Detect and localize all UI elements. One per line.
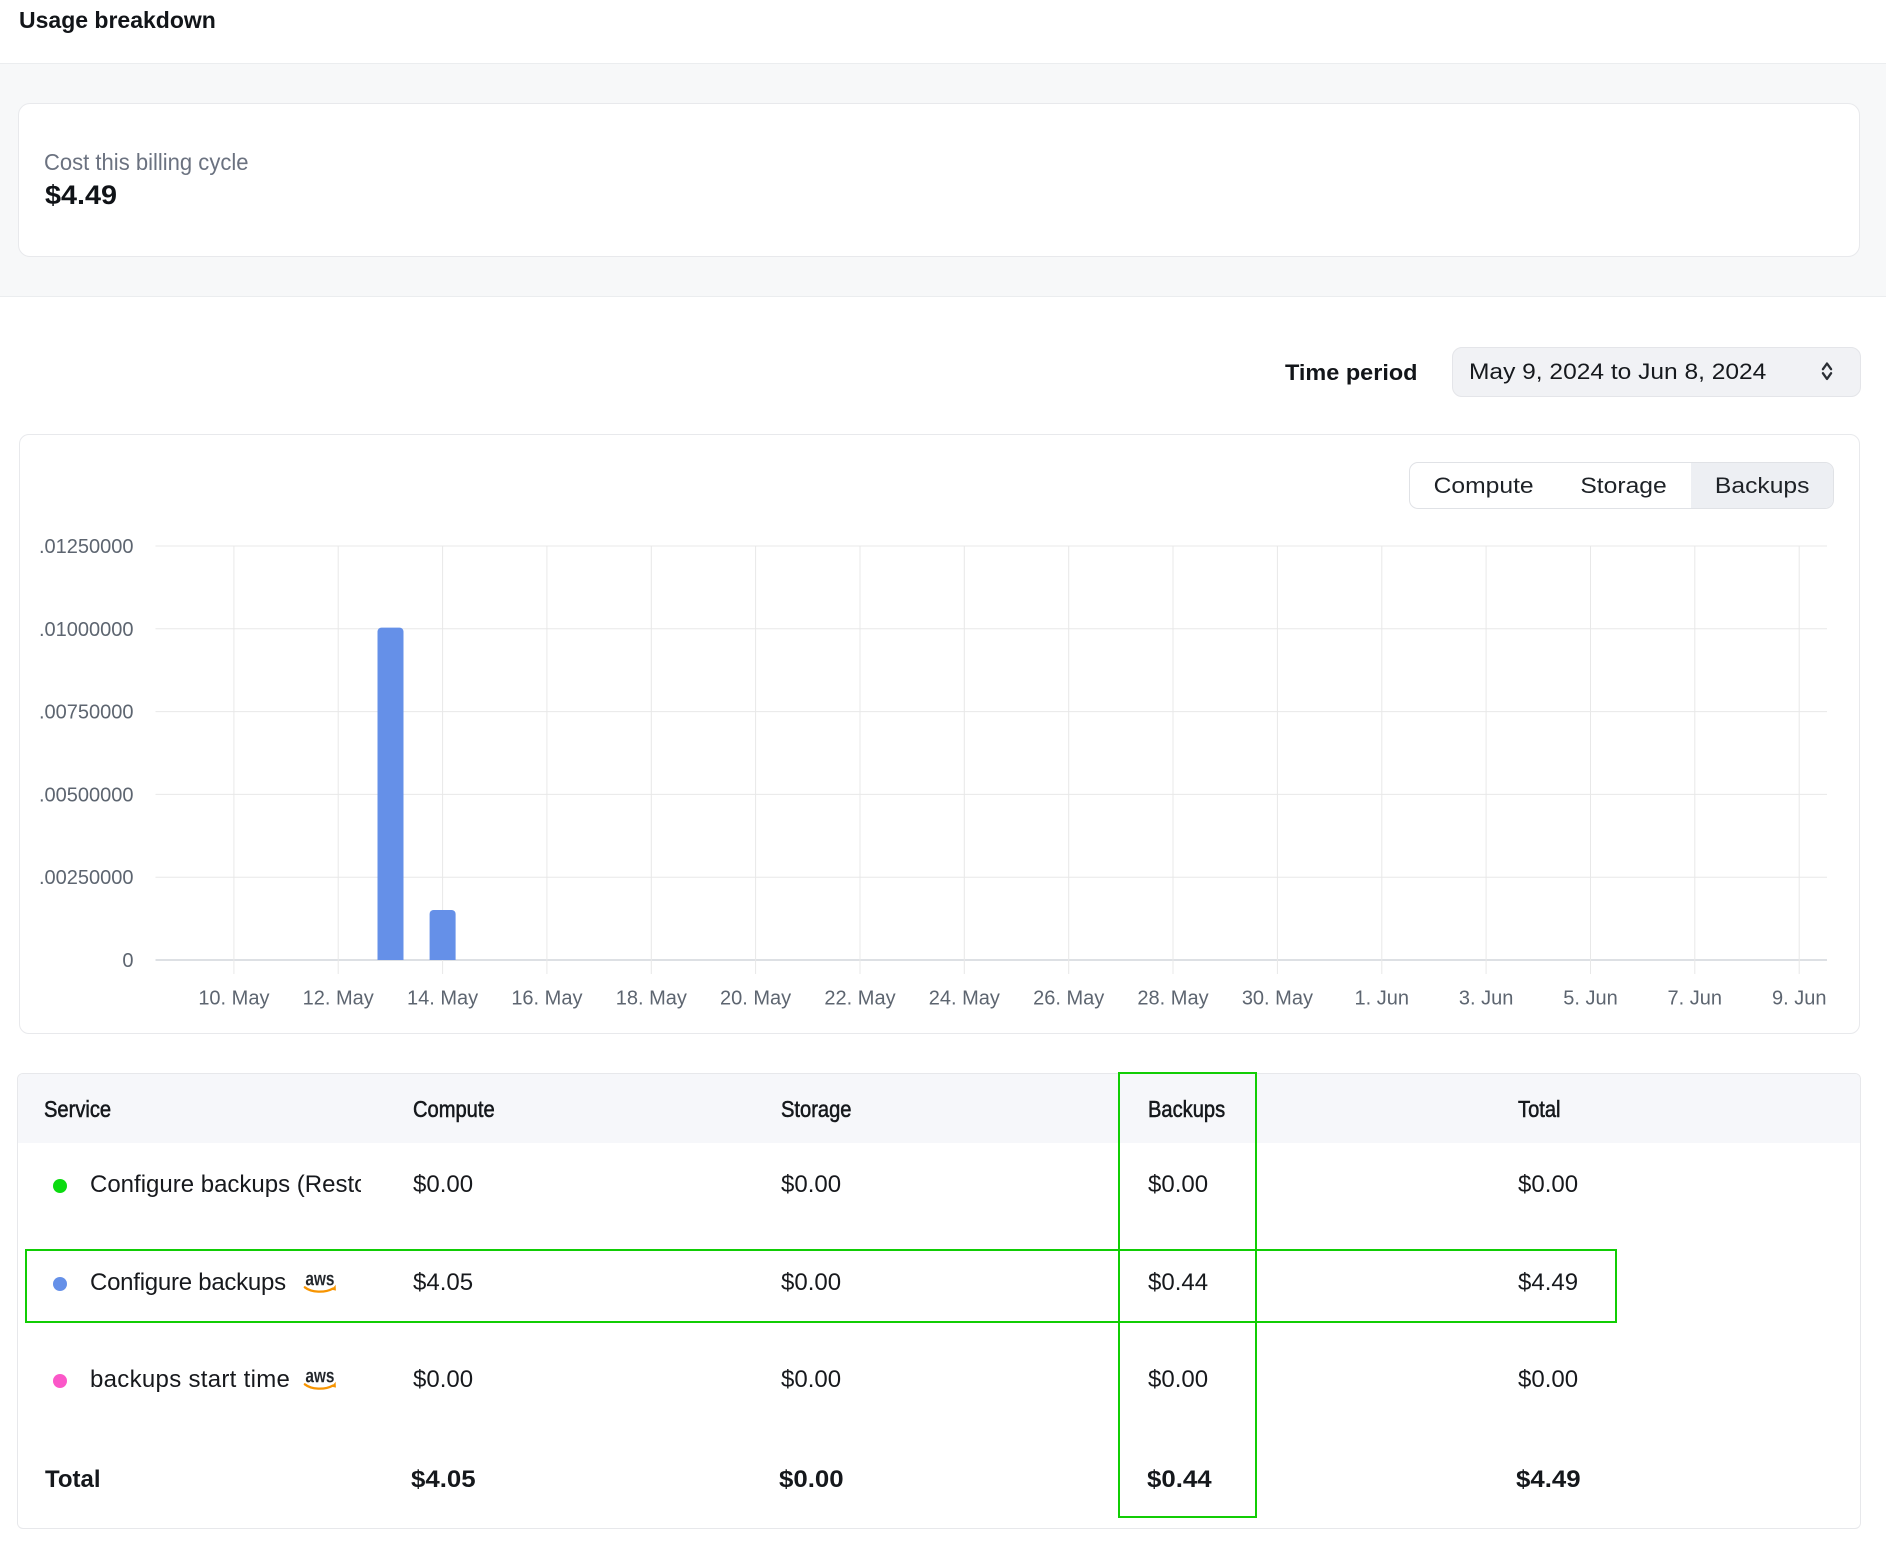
svg-text:1. Jun: 1. Jun bbox=[1355, 988, 1409, 1010]
svg-text:22. May: 22. May bbox=[824, 988, 895, 1010]
svg-text:24. May: 24. May bbox=[929, 988, 1000, 1010]
svg-text:16. May: 16. May bbox=[511, 988, 582, 1010]
svg-text:0: 0 bbox=[122, 950, 133, 972]
svg-text:.00250000: .00250000 bbox=[39, 867, 134, 889]
svg-text:14. May: 14. May bbox=[407, 988, 478, 1010]
svg-text:.00750000: .00750000 bbox=[39, 702, 134, 724]
svg-text:5. Jun: 5. Jun bbox=[1563, 988, 1617, 1010]
svg-text:9. Jun: 9. Jun bbox=[1772, 988, 1826, 1010]
svg-text:18. May: 18. May bbox=[616, 988, 687, 1010]
svg-text:3. Jun: 3. Jun bbox=[1459, 988, 1513, 1010]
svg-text:7. Jun: 7. Jun bbox=[1668, 988, 1722, 1010]
svg-text:12. May: 12. May bbox=[303, 988, 374, 1010]
svg-text:.01250000: .01250000 bbox=[39, 536, 134, 558]
svg-text:.00500000: .00500000 bbox=[39, 784, 134, 806]
svg-text:20. May: 20. May bbox=[720, 988, 791, 1010]
svg-text:.01000000: .01000000 bbox=[39, 619, 134, 641]
svg-text:30. May: 30. May bbox=[1242, 988, 1313, 1010]
svg-text:28. May: 28. May bbox=[1137, 988, 1208, 1010]
svg-text:26. May: 26. May bbox=[1033, 988, 1104, 1010]
svg-text:10. May: 10. May bbox=[198, 988, 269, 1010]
